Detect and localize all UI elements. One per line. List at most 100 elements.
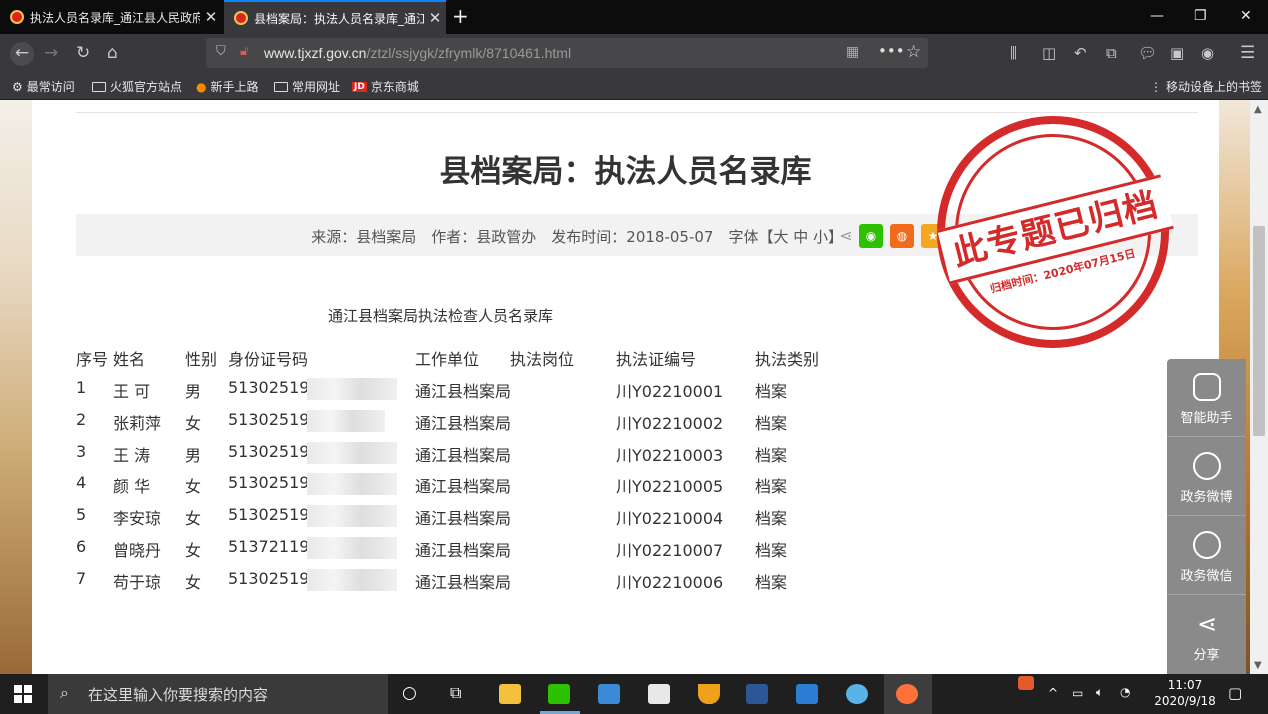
word-icon[interactable] (796, 684, 818, 704)
taskbar-search[interactable]: ⌕ 在这里输入你要搜索的内容 (48, 674, 388, 714)
file-explorer-icon[interactable] (499, 684, 521, 704)
close-tab-icon[interactable]: ✕ (200, 8, 222, 26)
volume-icon[interactable]: 🔈︎ (1096, 685, 1103, 700)
bookmark-most-visited[interactable]: ⚙ 最常访问 (12, 78, 75, 95)
row-number: 7 (76, 569, 87, 588)
menu-icon[interactable]: ☰ (1240, 42, 1255, 64)
staff-name: 颜 华 (113, 477, 151, 496)
close-tab-icon[interactable]: ✕ (424, 9, 446, 27)
jd-logo-icon: JD (352, 81, 367, 92)
gear-icon: ⚙ (12, 79, 23, 94)
id-number: 513025197 (228, 473, 320, 492)
weibo-button[interactable]: 政务微博 (1167, 438, 1246, 516)
search-placeholder: 在这里输入你要搜索的内容 (88, 686, 269, 704)
assistant-button[interactable]: 智能助手 (1167, 359, 1246, 437)
clock-time: 11:07 (1167, 678, 1203, 692)
forward-icon[interactable]: → (44, 42, 58, 64)
enforcement-type: 档案 (755, 446, 788, 465)
sidebar-icon[interactable]: ◫ (1042, 42, 1056, 64)
cert-number: 川Y02210003 (616, 446, 724, 465)
tab-active[interactable]: 县档案局：执法人员名录库_通江县 ✕ (224, 0, 446, 34)
redacted-mask (307, 378, 397, 400)
wifi-icon[interactable]: ◔ (1120, 685, 1130, 699)
extension-icon[interactable]: ▣ (1170, 42, 1184, 64)
account-icon[interactable]: ◉ (1201, 42, 1214, 64)
cert-number: 川Y02210004 (616, 509, 724, 528)
notification-icon[interactable]: ▢ (1228, 684, 1242, 702)
battery-icon[interactable]: ▭ (1072, 686, 1083, 700)
share-button[interactable]: ⋖ 分享 (1167, 596, 1246, 674)
sogou-input-icon[interactable] (1018, 676, 1034, 690)
clock[interactable]: 11:07 2020/9/18 (1150, 678, 1220, 708)
cloud-icon[interactable] (846, 684, 868, 704)
reload-icon[interactable]: ↻ (76, 42, 90, 64)
scroll-up-icon[interactable]: ▲ (1254, 104, 1262, 115)
chat-icon[interactable]: 💬︎ (1138, 42, 1157, 64)
mail-icon[interactable] (598, 684, 620, 704)
new-tab-icon[interactable]: + (452, 5, 469, 27)
mobile-bookmarks[interactable]: ⋮ 移动设备上的书签 (1150, 78, 1262, 95)
close-window-icon[interactable]: ✕ (1240, 8, 1252, 24)
qr-code-icon[interactable]: ▦ (846, 44, 859, 60)
url-text[interactable]: www.tjxzf.gov.cn/ztzl/ssjygk/zfrymlk/871… (264, 45, 571, 61)
insecure-lock-icon[interactable]: 🔓︎ (240, 44, 248, 59)
word-icon[interactable] (746, 684, 768, 704)
tray-expand-icon[interactable]: ^ (1048, 686, 1058, 700)
address-bar[interactable]: ⛉ 🔓︎ www.tjxzf.gov.cn/ztzl/ssjygk/zfryml… (206, 38, 928, 68)
cortana-icon[interactable]: ○ (402, 683, 417, 703)
work-unit: 通江县档案局 (415, 477, 512, 496)
task-view-icon[interactable]: ⧉ (450, 683, 461, 703)
share-icon[interactable]: ⋖ (834, 224, 858, 248)
tab-inactive[interactable]: 执法人员名录库_通江县人民政府 ✕ (0, 0, 222, 34)
screenshot-icon[interactable]: ⧉ (1106, 42, 1117, 64)
work-unit: 通江县档案局 (415, 541, 512, 560)
id-number: 513025196 (228, 378, 320, 397)
firefox-icon[interactable] (896, 684, 918, 704)
wechat-button[interactable]: 政务微信 (1167, 517, 1246, 595)
staff-name: 苟于琼 (113, 573, 162, 592)
start-icon[interactable] (14, 685, 32, 703)
article-container: 县档案局：执法人员名录库 来源：县档案局 作者：县政管办 发布时间：2018-0… (32, 100, 1219, 674)
row-number: 3 (76, 442, 87, 461)
row-number: 6 (76, 537, 87, 556)
home-icon[interactable]: ⌂ (107, 42, 118, 64)
staff-name: 王 涛 (113, 446, 151, 465)
undo-icon[interactable]: ↶ (1074, 42, 1087, 64)
scrollbar-thumb[interactable] (1253, 226, 1265, 436)
share-label: 分享 (1193, 648, 1220, 663)
minimize-icon[interactable]: — (1150, 8, 1164, 24)
scroll-down-icon[interactable]: ▼ (1254, 660, 1262, 671)
staff-name: 王 可 (113, 382, 151, 401)
bookmark-getting-started[interactable]: ● 新手上路 (196, 78, 259, 95)
weibo-share-icon[interactable]: ◍ (890, 224, 914, 248)
work-unit: 通江县档案局 (415, 414, 512, 433)
navigation-toolbar: ← → ↻ ⌂ ⛉ 🔓︎ www.tjxzf.gov.cn/ztzl/ssjyg… (0, 34, 1268, 72)
article-meta: 来源：县档案局 作者：县政管办 发布时间：2018-05-07 字体【大 中 小… (311, 228, 843, 246)
staff-sex: 女 (185, 541, 202, 560)
bookmark-star-icon[interactable]: ☆ (906, 42, 921, 62)
restore-icon[interactable]: ❐ (1194, 8, 1207, 24)
library-icon[interactable]: ⫼ (1010, 42, 1017, 64)
bookmark-firefox-sites[interactable]: 火狐官方站点 (92, 78, 182, 95)
weibo-icon (1193, 452, 1221, 480)
bookmark-common-sites[interactable]: 常用网址 (274, 78, 340, 95)
wechat-share-icon[interactable]: ◉ (859, 224, 883, 248)
header-cell: 性别 (185, 350, 218, 369)
shield-icon[interactable]: ⛉ (216, 44, 226, 59)
redacted-mask (307, 537, 397, 559)
robot-icon (1193, 373, 1221, 401)
back-icon[interactable]: ← (10, 42, 34, 66)
page-scrollbar[interactable]: ▲ ▼ (1250, 100, 1268, 674)
cert-number: 川Y02210001 (616, 382, 724, 401)
security-shield-icon[interactable] (698, 684, 720, 704)
bookmark-jd[interactable]: JD 京东商城 (352, 78, 419, 95)
redacted-mask (307, 569, 397, 591)
weibo-label: 政务微博 (1180, 490, 1233, 505)
wechat-app-icon[interactable] (548, 684, 570, 704)
page-actions-icon[interactable]: ••• (878, 42, 905, 60)
cert-number: 川Y02210007 (616, 541, 724, 560)
staff-name: 李安琼 (113, 509, 162, 528)
staff-sex: 女 (185, 414, 202, 433)
header-cell: 执法类别 (755, 350, 820, 369)
store-icon[interactable] (648, 684, 670, 704)
